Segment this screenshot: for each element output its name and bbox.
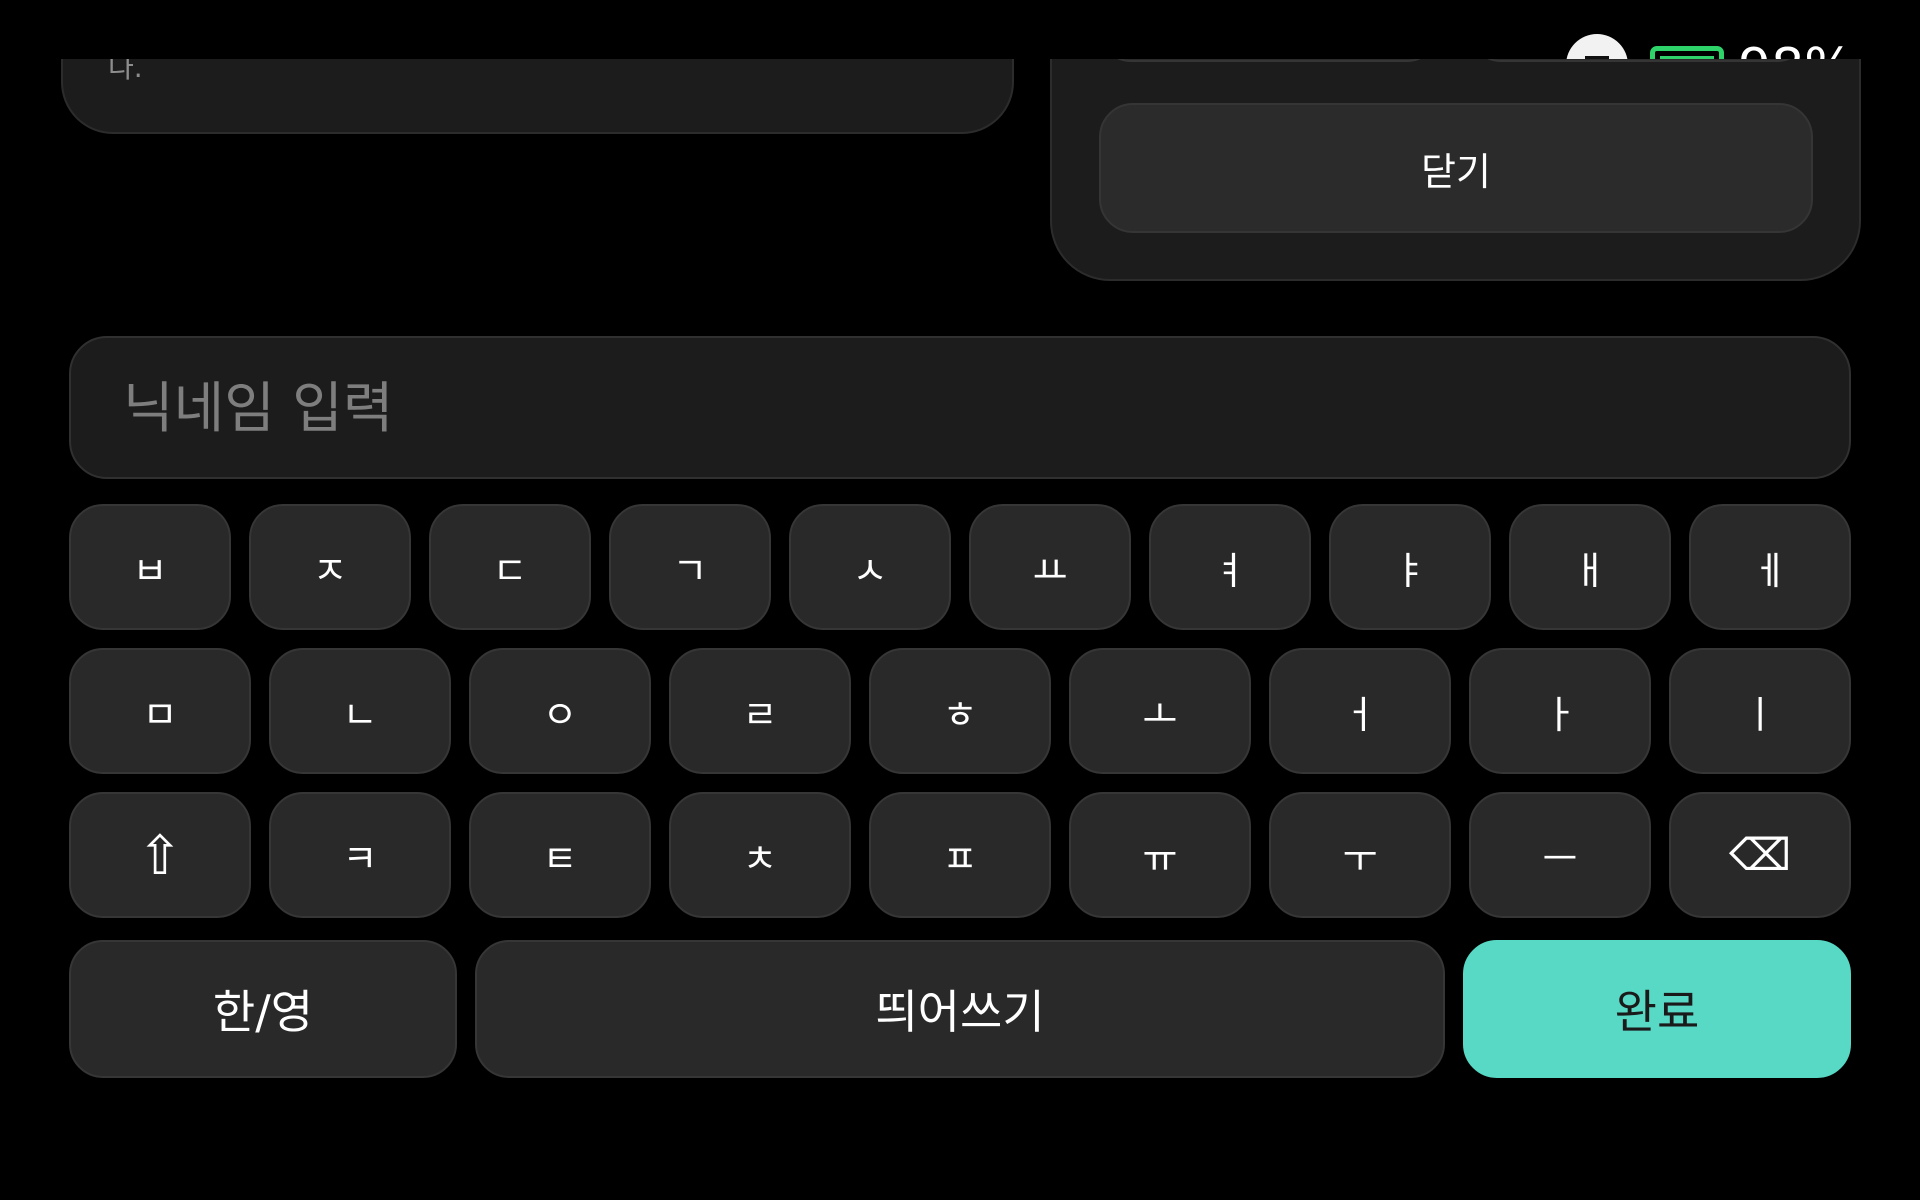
battery-percentage: 98%	[1738, 42, 1854, 59]
nickname-input[interactable]	[69, 336, 1851, 479]
key[interactable]: ㅕ	[1149, 504, 1311, 630]
key-label: ㅈ	[312, 548, 348, 593]
key-label: ㅠ	[1142, 836, 1178, 881]
shift-icon: ⇧	[137, 823, 183, 887]
language-toggle-label: 한/영	[212, 985, 314, 1039]
key[interactable]: ㅠ	[1069, 792, 1251, 918]
key[interactable]: ㅅ	[789, 504, 951, 630]
language-toggle-key[interactable]: 한/영	[69, 940, 457, 1078]
key[interactable]: ㅣ	[1669, 648, 1851, 774]
backspace-key[interactable]: ⌫	[1669, 792, 1851, 918]
battery-icon	[1650, 46, 1724, 59]
key-label: ㅛ	[1032, 548, 1068, 593]
key-label: ㅕ	[1212, 548, 1248, 593]
key[interactable]: ㅎ	[869, 648, 1051, 774]
key[interactable]: ㅛ	[969, 504, 1131, 630]
key-label: ㅎ	[942, 692, 978, 737]
key-label: ㄱ	[672, 548, 708, 593]
key[interactable]: ㅇ	[469, 648, 651, 774]
key-label: ㅗ	[1142, 692, 1178, 737]
key-label: ㅋ	[342, 836, 378, 881]
status-bar: 98%	[0, 0, 1920, 59]
shift-key[interactable]: ⇧	[69, 792, 251, 918]
key[interactable]: ㄴ	[269, 648, 451, 774]
key[interactable]: ㄹ	[669, 648, 851, 774]
backspace-icon: ⌫	[1728, 829, 1792, 881]
key-label: ㅇ	[542, 692, 578, 737]
key-label: ㅑ	[1392, 548, 1428, 593]
key-label: ㄷ	[492, 548, 528, 593]
space-key-label: 띄어쓰기	[875, 985, 1045, 1039]
key-label: ㅣ	[1742, 692, 1778, 737]
key[interactable]: ㅂ	[69, 504, 231, 630]
key[interactable]: ㅈ	[249, 504, 411, 630]
key-label: ㅅ	[852, 548, 888, 593]
key-label: ㅓ	[1342, 692, 1378, 737]
key[interactable]: ㅗ	[1069, 648, 1251, 774]
key[interactable]: ㅌ	[469, 792, 651, 918]
key[interactable]: ㄷ	[429, 504, 591, 630]
key-label: ㅐ	[1572, 548, 1608, 593]
done-key[interactable]: 완료	[1463, 940, 1851, 1078]
key-label: ㅔ	[1752, 548, 1788, 593]
key[interactable]: ㅏ	[1469, 648, 1651, 774]
key-label: ㅌ	[542, 836, 578, 881]
key-label: ㅂ	[132, 548, 168, 593]
key-label: ㄴ	[342, 692, 378, 737]
close-button[interactable]: 닫기	[1099, 103, 1813, 233]
key[interactable]: ㅐ	[1509, 504, 1671, 630]
key-label: ㅍ	[942, 836, 978, 881]
key-label: ㅊ	[742, 836, 778, 881]
key-label: ㅏ	[1542, 692, 1578, 737]
key-label: ㅁ	[142, 692, 178, 737]
key[interactable]: ㅁ	[69, 648, 251, 774]
key[interactable]: ㅊ	[669, 792, 851, 918]
key-label: ㅜ	[1342, 836, 1378, 881]
key[interactable]: ㅡ	[1469, 792, 1651, 918]
key[interactable]: ㅔ	[1689, 504, 1851, 630]
key-label: ㅡ	[1542, 836, 1578, 881]
key[interactable]: ㅑ	[1329, 504, 1491, 630]
key[interactable]: ㅓ	[1269, 648, 1451, 774]
key-label: ㄹ	[742, 692, 778, 737]
done-key-label: 완료	[1614, 985, 1700, 1039]
space-key[interactable]: 띄어쓰기	[475, 940, 1445, 1078]
key[interactable]: ㅋ	[269, 792, 451, 918]
notification-icon	[1566, 34, 1628, 59]
key[interactable]: ㅍ	[869, 792, 1051, 918]
key[interactable]: ㄱ	[609, 504, 771, 630]
status-icons: 98%	[1566, 34, 1854, 59]
key[interactable]: ㅜ	[1269, 792, 1451, 918]
